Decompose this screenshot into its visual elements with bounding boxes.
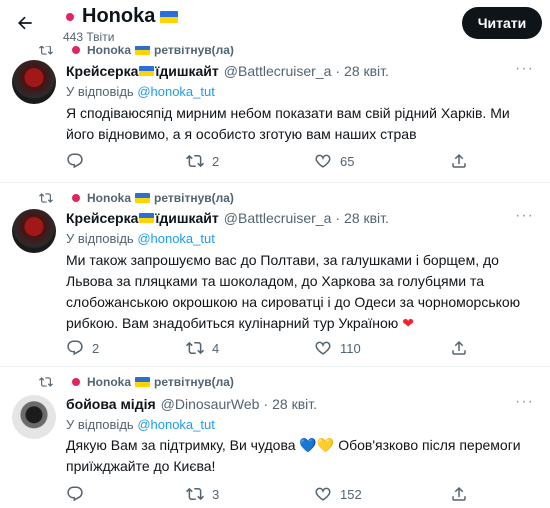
tweet[interactable]: Honoka ретвітнув(ла) бойова мідія @Dinos… bbox=[0, 367, 550, 508]
retweet-icon bbox=[37, 191, 55, 205]
like-count: 152 bbox=[340, 486, 362, 502]
separator-dot: · bbox=[335, 210, 341, 226]
author-name[interactable]: бойова мідія bbox=[66, 396, 156, 412]
ukraine-flag-icon bbox=[160, 10, 179, 23]
reply-icon bbox=[67, 486, 83, 502]
tweet[interactable]: Honoka ретвітнув(ла) Крейсерка їдишкайт @… bbox=[0, 40, 550, 183]
retweet-count: 3 bbox=[212, 486, 220, 502]
ukraine-flag-icon bbox=[139, 213, 155, 223]
tweet-text: Ми також запрошуємо вас до Полтави, за г… bbox=[66, 252, 521, 331]
separator-dot: · bbox=[335, 63, 341, 79]
separator-dot: · bbox=[263, 396, 269, 412]
retweet-context: Honoka ретвітнув(ла) bbox=[37, 374, 234, 390]
retweet-label: ретвітнув(ла) bbox=[154, 375, 234, 389]
tweet-date[interactable]: 28 квіт. bbox=[344, 63, 389, 79]
retweet-button[interactable]: 3 bbox=[186, 485, 219, 503]
heart-icon bbox=[315, 487, 331, 501]
red-heart-emoji: ❤ bbox=[402, 315, 414, 331]
tweet[interactable]: Honoka ретвітнув(ла) Крейсерка їдишкайт @… bbox=[0, 183, 550, 367]
tweet-actions: 2 65 bbox=[66, 152, 466, 172]
japan-flag-icon bbox=[69, 191, 83, 205]
profile-header: Honoka 443 Твіти Читати bbox=[0, 0, 550, 46]
arrow-left-icon bbox=[18, 16, 32, 30]
retweet-button[interactable]: 2 bbox=[186, 152, 219, 170]
retweet-icon bbox=[37, 375, 55, 389]
retweeter-name[interactable]: Honoka bbox=[87, 375, 131, 389]
ukraine-flag-icon bbox=[135, 377, 151, 387]
retweet-count: 4 bbox=[212, 340, 220, 356]
retweet-count: 2 bbox=[212, 153, 220, 169]
avatar[interactable] bbox=[12, 60, 56, 104]
back-button[interactable] bbox=[8, 6, 42, 40]
heart-icon bbox=[315, 154, 331, 168]
share-button[interactable] bbox=[450, 152, 468, 170]
reply-context: У відповідь @honoka_tut bbox=[66, 231, 215, 246]
retweet-button[interactable]: 4 bbox=[186, 339, 219, 357]
reply-icon bbox=[67, 340, 83, 356]
like-count: 110 bbox=[340, 340, 361, 356]
like-count: 65 bbox=[340, 153, 355, 169]
reply-button[interactable]: 2 bbox=[66, 339, 99, 357]
ukraine-flag-icon bbox=[139, 66, 155, 76]
more-icon[interactable]: ··· bbox=[515, 393, 534, 411]
ukraine-flag-icon bbox=[135, 193, 151, 203]
tweet-text: Дякую Вам за підтримку, Ви чудова 💙💛 Обо… bbox=[66, 437, 521, 474]
reply-to-link[interactable]: @honoka_tut bbox=[137, 231, 215, 246]
author-handle[interactable]: @Battlecruiser_a bbox=[224, 63, 332, 79]
reply-button[interactable] bbox=[66, 152, 92, 170]
reply-count: 2 bbox=[92, 340, 100, 356]
more-icon[interactable]: ··· bbox=[515, 60, 534, 78]
tweet-text: Я сподіваюсяпід мирним небом показати ва… bbox=[66, 105, 510, 142]
author-handle[interactable]: @DinosaurWeb bbox=[161, 396, 260, 412]
tweet-author-line: Крейсерка їдишкайт @Battlecruiser_a · 28 … bbox=[66, 62, 389, 80]
ukraine-flag-icon bbox=[135, 45, 151, 55]
like-button[interactable]: 110 bbox=[314, 339, 361, 357]
more-icon[interactable]: ··· bbox=[515, 207, 534, 225]
share-icon bbox=[452, 153, 466, 168]
blue-yellow-hearts-emoji: 💙💛 bbox=[299, 437, 335, 453]
reply-context: У відповідь @honoka_tut bbox=[66, 417, 215, 432]
reply-button[interactable] bbox=[66, 485, 92, 503]
like-button[interactable]: 65 bbox=[314, 152, 354, 170]
profile-name: Honoka bbox=[82, 5, 156, 27]
share-icon bbox=[452, 340, 466, 355]
author-handle[interactable]: @Battlecruiser_a bbox=[224, 210, 332, 226]
tweet-actions: 2 4 110 bbox=[66, 339, 466, 359]
retweet-icon bbox=[186, 487, 204, 501]
author-name[interactable]: Крейсерка їдишкайт bbox=[66, 210, 219, 226]
page-title: Honoka bbox=[63, 5, 179, 28]
avatar[interactable] bbox=[12, 209, 56, 253]
tweet-author-line: Крейсерка їдишкайт @Battlecruiser_a · 28 … bbox=[66, 209, 389, 227]
tweet-actions: 3 152 bbox=[66, 485, 466, 505]
tweet-date[interactable]: 28 квіт. bbox=[344, 210, 389, 226]
retweeter-name[interactable]: Honoka bbox=[87, 191, 131, 205]
like-button[interactable]: 152 bbox=[314, 485, 362, 503]
tweet-date[interactable]: 28 квіт. bbox=[272, 396, 317, 412]
read-button[interactable]: Читати bbox=[462, 7, 542, 39]
retweet-icon bbox=[186, 341, 204, 355]
retweet-context: Honoka ретвітнув(ла) bbox=[37, 190, 234, 206]
japan-flag-icon bbox=[69, 375, 83, 389]
tweet-count: 443 Твіти bbox=[63, 30, 115, 44]
reply-context: У відповідь @honoka_tut bbox=[66, 84, 215, 99]
reply-to-link[interactable]: @honoka_tut bbox=[137, 84, 215, 99]
share-icon bbox=[452, 486, 466, 501]
reply-icon bbox=[67, 153, 83, 169]
retweet-label: ретвітнув(ла) bbox=[154, 191, 234, 205]
avatar[interactable] bbox=[12, 395, 56, 439]
retweet-icon bbox=[186, 154, 204, 168]
share-button[interactable] bbox=[450, 485, 468, 503]
tweet-author-line: бойова мідія @DinosaurWeb · 28 квіт. bbox=[66, 395, 317, 413]
reply-to-link[interactable]: @honoka_tut bbox=[137, 417, 215, 432]
share-button[interactable] bbox=[450, 339, 468, 357]
heart-icon bbox=[315, 341, 331, 355]
author-name[interactable]: Крейсерка їдишкайт bbox=[66, 63, 219, 79]
japan-flag-icon bbox=[63, 10, 77, 24]
